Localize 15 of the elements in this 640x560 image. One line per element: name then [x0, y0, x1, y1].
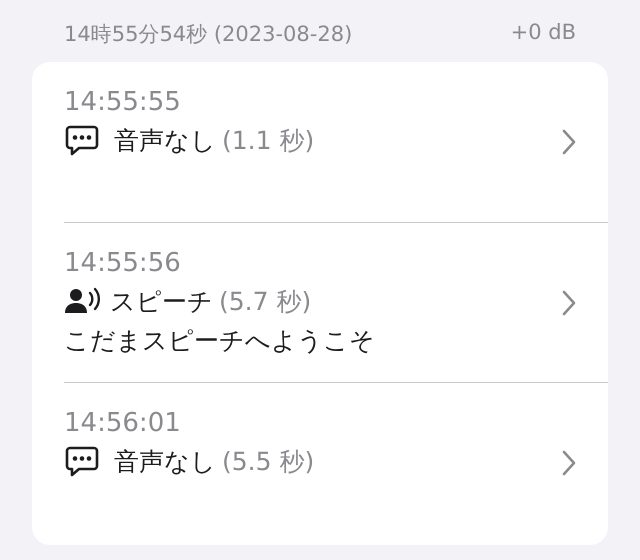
- entry-type: 音声なし: [114, 446, 216, 476]
- entry-duration: (5.5 秒): [222, 446, 314, 476]
- chevron-icon[interactable]: [562, 450, 576, 476]
- entry-duration: (1.1 秒): [222, 126, 314, 154]
- chevron-icon[interactable]: [562, 290, 576, 316]
- entry-time: 14:56:01: [64, 407, 181, 439]
- entry-time: 14:55:55: [64, 86, 181, 118]
- chevron-icon[interactable]: [562, 129, 576, 155]
- entry-type: スピーチ: [110, 286, 213, 316]
- gain-level: +0 dB: [510, 20, 576, 42]
- entry-time: 14:55:56: [64, 247, 181, 279]
- timestamp: 14時55分54秒 (2023-08-28): [64, 21, 352, 42]
- transcript-text: こだまスピーチへようこそ: [64, 325, 375, 357]
- entry-duration: (5.7 秒): [219, 286, 312, 316]
- entry-type: 音声なし: [114, 126, 216, 154]
